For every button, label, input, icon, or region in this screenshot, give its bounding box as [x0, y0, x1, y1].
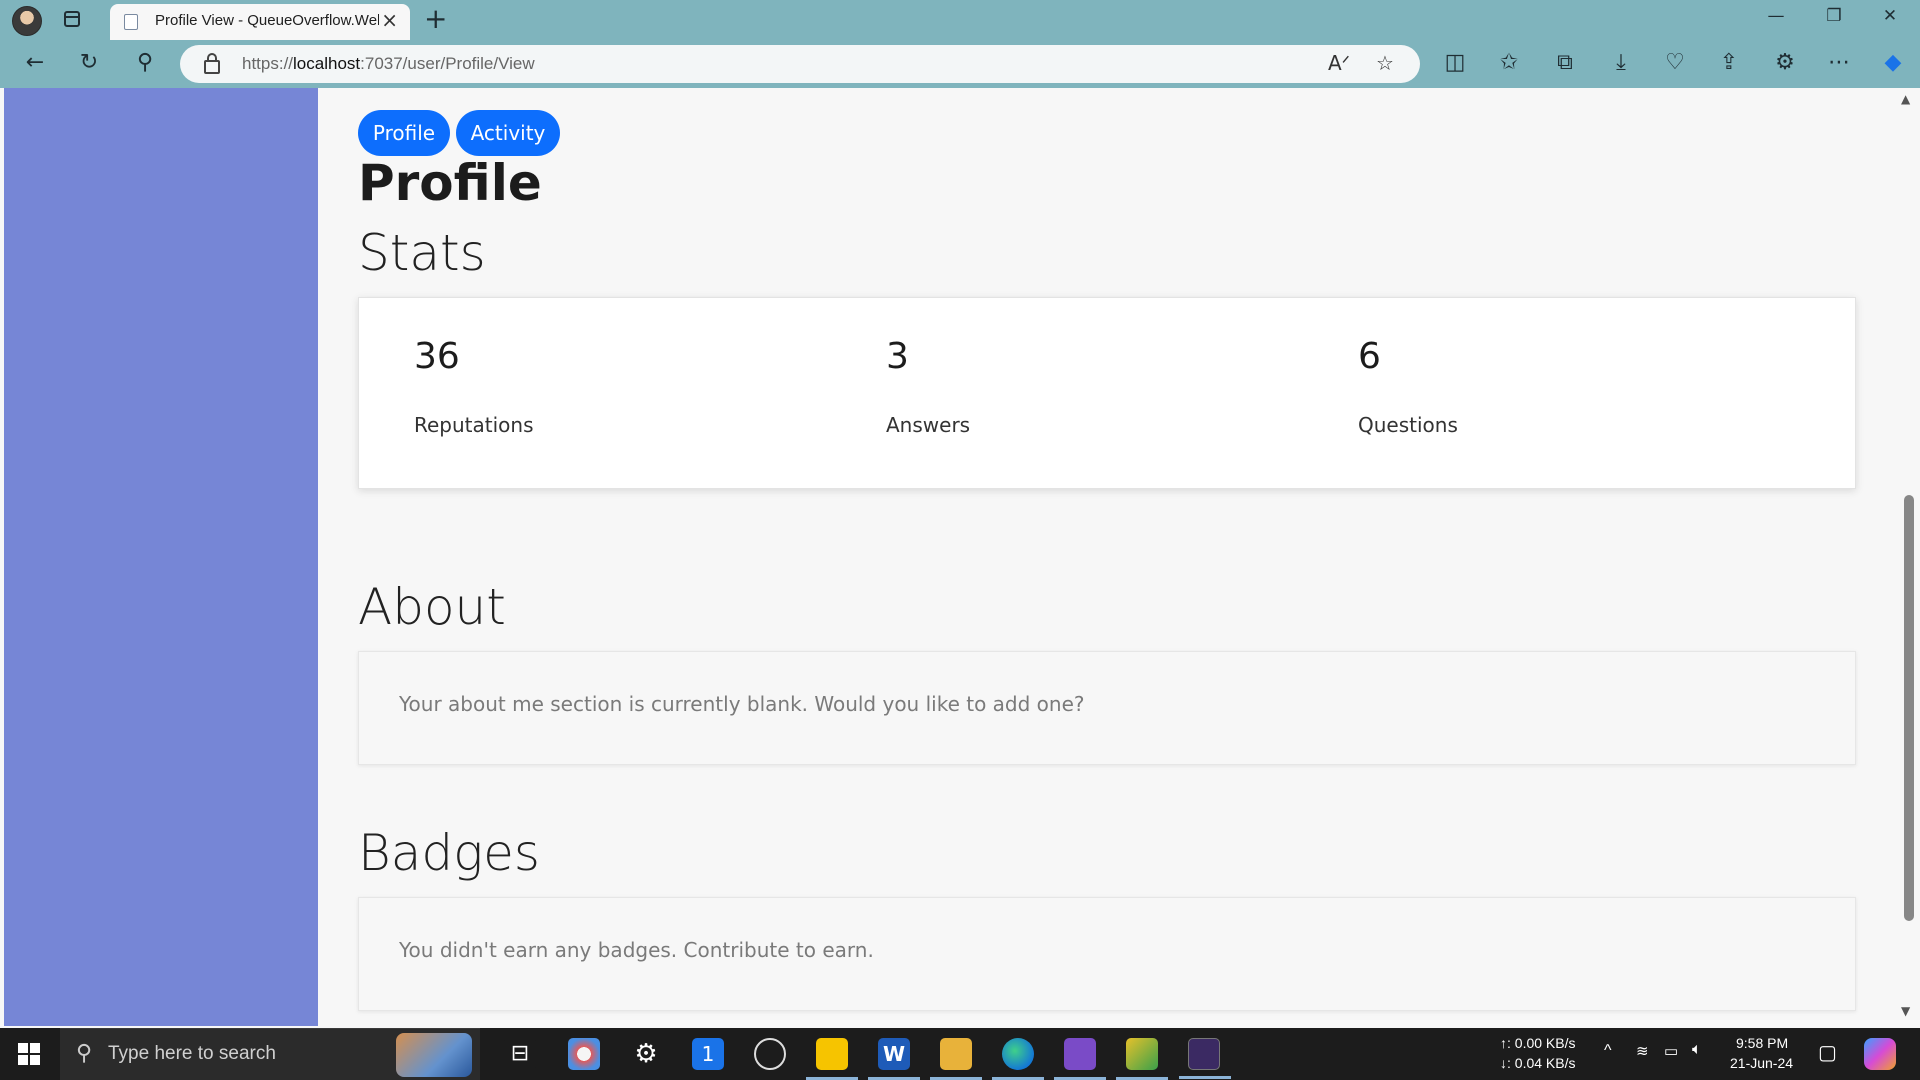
minimize-button[interactable]: — [1756, 6, 1796, 26]
close-window-button[interactable]: ✕ [1870, 6, 1910, 26]
share-icon[interactable]: ⇪ [1714, 48, 1744, 78]
page-title: Profile [358, 154, 542, 212]
terminal-icon[interactable] [1179, 1038, 1231, 1079]
browser-essentials-icon[interactable]: ♡ [1660, 48, 1690, 78]
vertical-scrollbar[interactable]: ▲ ▼ [1900, 88, 1916, 1026]
browser-title-bar: Profile View - QueueOverflow.Web × + — ❐… [0, 0, 1920, 40]
stat-label: Answers [886, 413, 971, 437]
search-icon[interactable]: ⚲ [130, 48, 160, 78]
split-screen-icon[interactable]: ◫ [1440, 48, 1470, 78]
obs-icon[interactable] [754, 1038, 786, 1070]
scroll-thumb[interactable] [1904, 495, 1914, 921]
tab-title: Profile View - QueueOverflow.Web [155, 12, 379, 29]
stat-reputations: 36 Reputations [414, 336, 534, 437]
volume-icon[interactable]: 🔈︎ [1692, 1041, 1702, 1059]
lock-icon[interactable] [204, 53, 220, 74]
stat-value: 36 [414, 336, 460, 377]
stats-heading: Stats [358, 224, 486, 282]
paint-icon[interactable] [568, 1038, 600, 1070]
about-heading: About [358, 578, 506, 636]
windows-start-icon[interactable] [18, 1043, 40, 1065]
network-icon[interactable]: ≋ [1636, 1042, 1649, 1060]
tab-actions-icon[interactable] [64, 11, 80, 27]
upload-speed: ↑: 0.00 KB/s [1500, 1035, 1576, 1051]
downloads-icon[interactable]: ⤓ [1606, 48, 1636, 78]
battery-icon[interactable]: ▭ [1664, 1042, 1678, 1060]
favorites-icon[interactable]: ✩ [1494, 48, 1524, 78]
restore-button[interactable]: ❐ [1814, 6, 1854, 26]
badges-heading: Badges [358, 824, 540, 882]
taskbar-search-placeholder: Type here to search [108, 1043, 276, 1064]
visual-studio-icon[interactable] [1054, 1038, 1106, 1080]
stat-questions: 6 Questions [1358, 336, 1458, 437]
url-text[interactable]: https://localhost:7037/user/Profile/View [242, 54, 535, 74]
stat-value: 6 [1358, 336, 1381, 377]
new-tab-button[interactable]: + [424, 3, 447, 35]
copilot-taskbar-icon[interactable] [1864, 1038, 1896, 1070]
stat-label: Reputations [414, 413, 534, 437]
tab-profile[interactable]: Profile [358, 110, 450, 156]
tab-close-icon[interactable]: × [381, 10, 398, 30]
download-speed: ↓: 0.04 KB/s [1500, 1055, 1576, 1071]
stat-answers: 3 Answers [886, 336, 970, 437]
sticky-notes-icon[interactable] [806, 1038, 858, 1080]
windows-taskbar: ⚲ Type here to search ⊟ ⚙ 1 W ↑: 0.00 KB… [0, 1028, 1920, 1080]
edge-icon[interactable] [992, 1038, 1044, 1080]
refresh-icon[interactable]: ↻ [74, 48, 104, 78]
browser-tab-active[interactable]: Profile View - QueueOverflow.Web × [110, 4, 410, 40]
search-highlight-icon [396, 1033, 472, 1077]
profile-avatar[interactable] [12, 6, 42, 36]
main-content: Profile Activity Profile Stats 36 Reputa… [358, 88, 1858, 1026]
collections-icon[interactable]: ⧉ [1550, 48, 1580, 78]
scroll-down-icon[interactable]: ▼ [1901, 1004, 1910, 1018]
stat-label: Questions [1358, 413, 1458, 437]
taskbar-search[interactable]: ⚲ Type here to search [60, 1028, 480, 1080]
file-explorer-icon[interactable] [930, 1038, 982, 1080]
back-icon[interactable]: ← [20, 48, 50, 78]
badges-card: You didn't earn any badges. Contribute t… [358, 897, 1856, 1011]
settings-icon[interactable]: ⚙ [630, 1038, 662, 1070]
about-card[interactable]: Your about me section is currently blank… [358, 651, 1856, 765]
tray-chevron-icon[interactable]: ^ [1604, 1042, 1612, 1060]
browser-toolbar: ← ↻ ⚲ https://localhost:7037/user/Profil… [0, 40, 1920, 88]
snipping-icon[interactable] [1116, 1038, 1168, 1080]
stat-value: 3 [886, 336, 909, 377]
favorite-star-icon[interactable]: ☆ [1376, 51, 1394, 75]
read-aloud-icon[interactable]: Aᐟ [1328, 51, 1350, 75]
about-text: Your about me section is currently blank… [399, 692, 1085, 716]
task-view-icon[interactable]: ⊟ [504, 1038, 536, 1070]
word-icon[interactable]: W [868, 1038, 920, 1080]
notifications-icon[interactable]: ▢ [1818, 1040, 1837, 1065]
tab-activity[interactable]: Activity [456, 110, 560, 156]
search-icon: ⚲ [76, 1041, 93, 1066]
page-favicon-icon [124, 14, 138, 30]
page-viewport: Profile Activity Profile Stats 36 Reputa… [4, 88, 1920, 1026]
copilot-icon[interactable]: ◆ [1878, 48, 1908, 78]
onepassword-icon[interactable]: 1 [692, 1038, 724, 1070]
badges-text: You didn't earn any badges. Contribute t… [399, 938, 874, 962]
extensions-icon[interactable]: ⚙ [1770, 48, 1800, 78]
clock-time[interactable]: 9:58 PM [1736, 1035, 1788, 1051]
scroll-up-icon[interactable]: ▲ [1901, 92, 1910, 106]
address-bar[interactable]: https://localhost:7037/user/Profile/View… [180, 45, 1420, 83]
clock-date[interactable]: 21-Jun-24 [1730, 1055, 1793, 1071]
more-icon[interactable]: ⋯ [1824, 48, 1854, 78]
sidebar [4, 88, 318, 1026]
stats-card: 36 Reputations 3 Answers 6 Questions [358, 297, 1856, 489]
